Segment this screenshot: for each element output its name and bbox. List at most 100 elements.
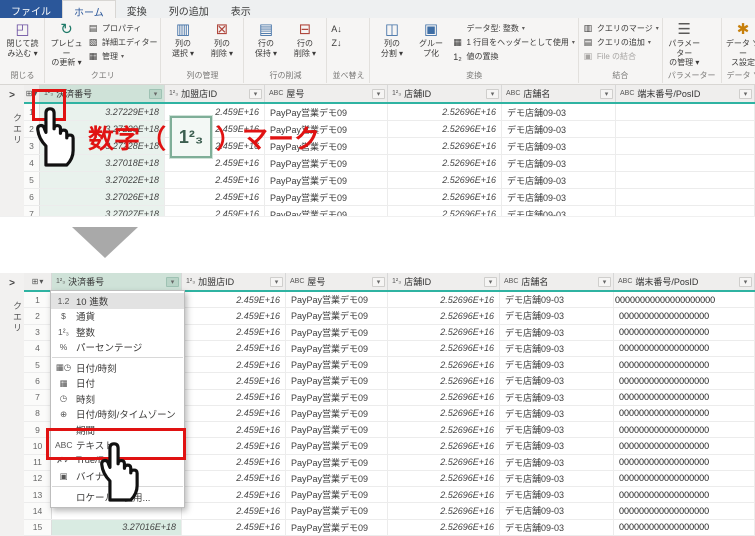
column-header-store-name[interactable]: ABC店舗名▾ — [502, 85, 616, 102]
tab-view[interactable]: 表示 — [220, 0, 262, 18]
cell-merchant-id: 2.459E+16 — [182, 341, 286, 356]
row-number[interactable]: 15 — [24, 520, 52, 535]
row-number[interactable]: 5 — [24, 172, 40, 188]
menu-item-date-time-timezone[interactable]: ⊕日付/時刻/タイムゾーン — [51, 407, 184, 423]
cell-store-id: 2.52696E+16 — [388, 206, 502, 217]
menu-item-currency[interactable]: $通貨 — [51, 309, 184, 325]
column-header-trade-name[interactable]: ABC屋号▾ — [265, 85, 388, 102]
row-number[interactable]: 7 — [24, 206, 40, 217]
menu-item-decimal-number[interactable]: 1.210 進数 — [51, 293, 184, 309]
column-header-terminal-posid[interactable]: ABC端末番号/PosID▾ — [614, 273, 755, 290]
cell-terminal-posid: 000000000000000000 — [614, 406, 755, 421]
row-number[interactable]: 12 — [24, 471, 52, 486]
numeric-type-icon: 1²₃ — [392, 278, 401, 285]
ribbon-group-data-sources: ✱データ ソー ス設定データ ソース — [722, 18, 755, 83]
column-label: 店舗ID — [404, 275, 481, 288]
sort-descending-button[interactable]: Z↓ — [330, 36, 345, 49]
column-header-merchant-id[interactable]: 1²₃加盟店ID▾ — [182, 273, 286, 290]
split-column-button[interactable]: ◫列の 分割 ▾ — [373, 19, 410, 58]
queries-sidebar: > クエリ — [0, 85, 25, 216]
row-number[interactable]: 2 — [24, 308, 52, 323]
row-number[interactable]: 4 — [24, 341, 52, 356]
filter-dropdown-icon[interactable]: ▾ — [372, 89, 385, 99]
properties-button[interactable]: ▤プロパティ — [87, 22, 157, 35]
row-number[interactable]: 3 — [24, 325, 52, 340]
filter-dropdown-icon[interactable]: ▾ — [598, 277, 611, 287]
choose-columns-button[interactable]: ▥列の 選択 ▾ — [164, 19, 201, 58]
column-header-settlement-number[interactable]: 1²₃決済番号▾ — [52, 273, 182, 290]
advanced-editor-button[interactable]: ▧詳細エディター — [87, 36, 157, 49]
cell-trade-name: PayPay営業デモ09 — [286, 325, 388, 340]
menu-item-date[interactable]: ▦日付 — [51, 376, 184, 392]
use-first-row-as-headers-button[interactable]: ▦1 行目をヘッダーとして使用▾ — [451, 36, 574, 49]
merge-queries-label: クエリのマージ — [597, 23, 653, 34]
column-header-store-name[interactable]: ABC店舗名▾ — [500, 273, 614, 290]
data-source-settings-button[interactable]: ✱データ ソー ス設定 — [725, 19, 755, 68]
menu-item-date-time[interactable]: ▦◷日付/時刻 — [51, 360, 184, 376]
column-header-trade-name[interactable]: ABC屋号▾ — [286, 273, 388, 290]
cell-store-name: デモ店舗09-03 — [502, 138, 616, 154]
filter-dropdown-icon[interactable]: ▾ — [372, 277, 385, 287]
cell-trade-name: PayPay営業デモ09 — [286, 438, 388, 453]
filter-dropdown-icon[interactable]: ▾ — [486, 89, 499, 99]
filter-dropdown-icon[interactable]: ▾ — [600, 89, 613, 99]
remove-rows-button[interactable]: ⊟行の 削除 ▾ — [286, 19, 323, 58]
menu-item-whole-number[interactable]: 1²₃整数 — [51, 324, 184, 340]
row-number[interactable]: 8 — [24, 406, 52, 421]
filter-dropdown-icon[interactable]: ▾ — [149, 89, 162, 99]
cell-store-name: デモ店舗09-03 — [500, 487, 614, 502]
numeric-type-icon: 1²₃ — [56, 278, 65, 285]
manage-button[interactable]: ▦管理▾ — [87, 50, 157, 63]
remove-columns-label: 列の 削除 ▾ — [211, 39, 233, 58]
queries-pane-label: クエリ — [0, 301, 24, 334]
text-type-icon: ABC — [618, 278, 632, 285]
ribbon-group-parameters: ☰パラメーター の管理 ▾パラメーター — [663, 18, 722, 83]
row-number[interactable]: 5 — [24, 357, 52, 372]
row-number[interactable]: 14 — [24, 503, 52, 518]
merge-queries-button[interactable]: ▥クエリのマージ▾ — [582, 22, 659, 35]
replace-values-button[interactable]: 1₂値の置換 — [451, 50, 574, 63]
row-number[interactable]: 6 — [24, 189, 40, 205]
table-corner-button[interactable]: ⊞▾ — [24, 273, 52, 290]
sort-ascending-button[interactable]: A↓ — [330, 22, 345, 35]
filter-dropdown-icon[interactable]: ▾ — [484, 277, 497, 287]
cell-trade-name: PayPay営業デモ09 — [286, 390, 388, 405]
row-number[interactable]: 13 — [24, 487, 52, 502]
row-number[interactable]: 7 — [24, 390, 52, 405]
group-label-manage-columns: 列の管理 — [164, 70, 240, 83]
tab-transform[interactable]: 変換 — [116, 0, 158, 18]
data-type-button[interactable]: データ型: 整数▾ — [451, 22, 574, 35]
column-header-store-id[interactable]: 1²₃店舗ID▾ — [388, 273, 500, 290]
tab-file[interactable]: ファイル — [0, 0, 62, 18]
expand-queries-chevron[interactable]: > — [0, 273, 24, 289]
menu-item-percentage[interactable]: %パーセンテージ — [51, 340, 184, 356]
filter-dropdown-icon[interactable]: ▾ — [739, 277, 752, 287]
manage-label: 管理 — [102, 51, 118, 62]
menu-item-time[interactable]: ◷時刻 — [51, 391, 184, 407]
filter-dropdown-icon[interactable]: ▾ — [249, 89, 262, 99]
group-by-button[interactable]: ▣グルー プ化 — [412, 19, 449, 58]
column-header-store-id[interactable]: 1²₃店舗ID▾ — [388, 85, 502, 102]
row-number[interactable]: 1 — [24, 292, 52, 307]
filter-dropdown-icon[interactable]: ▾ — [270, 277, 283, 287]
text-type-icon: ABC — [620, 90, 634, 97]
expand-queries-chevron[interactable]: > — [0, 85, 24, 101]
column-label: 決済番号 — [68, 275, 163, 288]
refresh-preview-button[interactable]: ↻プレビュー の更新 ▾ — [48, 19, 85, 68]
remove-columns-button[interactable]: ⊠列の 削除 ▾ — [203, 19, 240, 58]
tab-add-column[interactable]: 列の追加 — [158, 0, 220, 18]
filter-dropdown-icon[interactable]: ▾ — [739, 89, 752, 99]
filter-dropdown-icon[interactable]: ▾ — [166, 277, 179, 287]
menu-item-label: 整数 — [76, 325, 95, 339]
cell-merchant-id: 2.459E+16 — [182, 520, 286, 535]
column-header-merchant-id[interactable]: 1²₃加盟店ID▾ — [165, 85, 265, 102]
tab-home[interactable]: ホーム — [62, 0, 116, 18]
cell-store-id: 2.52696E+16 — [388, 422, 500, 437]
column-header-terminal-posid[interactable]: ABC端末番号/PosID▾ — [616, 85, 755, 102]
cell-store-name: デモ店舗09-03 — [502, 155, 616, 171]
append-queries-button[interactable]: ▤クエリの追加▾ — [582, 36, 659, 49]
row-number[interactable]: 6 — [24, 373, 52, 388]
manage-parameters-button[interactable]: ☰パラメーター の管理 ▾ — [666, 19, 703, 68]
keep-rows-button[interactable]: ▤行の 保持 ▾ — [247, 19, 284, 58]
close-and-load-button[interactable]: ◰閉じて読 み込む ▾ — [4, 19, 41, 58]
